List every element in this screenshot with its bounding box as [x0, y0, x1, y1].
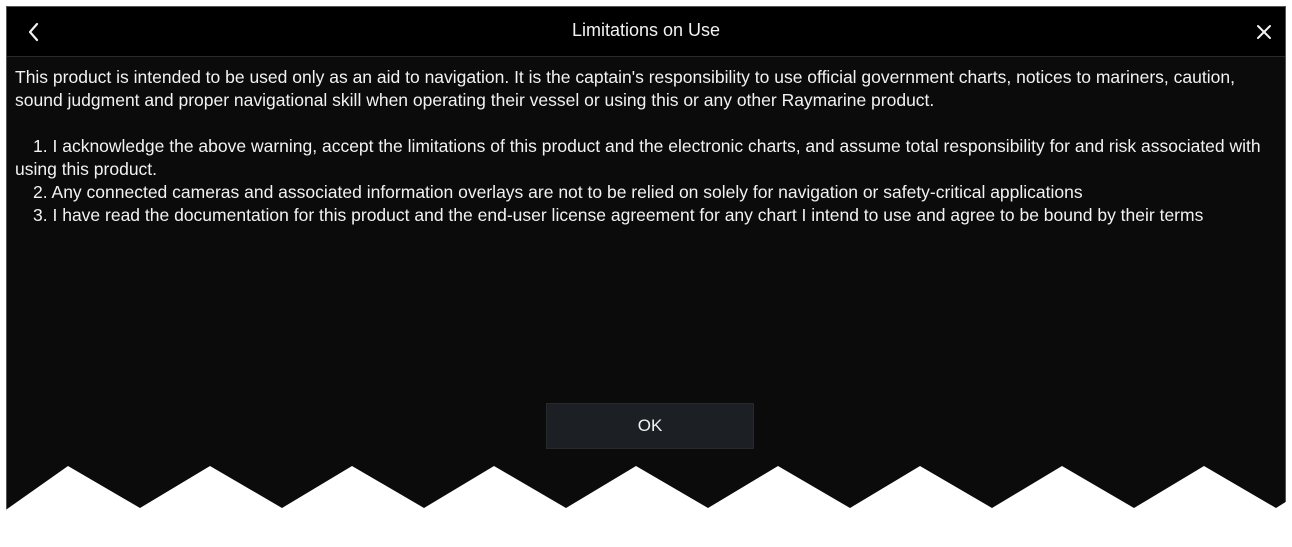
- ok-button[interactable]: OK: [546, 403, 754, 449]
- dialog-title-bar: Limitations on Use: [7, 7, 1285, 57]
- acknowledgement-list: 1. I acknowledge the above warning, acce…: [15, 135, 1277, 227]
- warning-intro: This product is intended to be used only…: [15, 67, 1235, 110]
- list-item-number: 1.: [33, 136, 48, 156]
- mfd-screen: Limitations on Use This product is inten…: [6, 6, 1286, 547]
- list-item-number: 3.: [33, 205, 48, 225]
- list-item-text: I have read the documentation for this p…: [52, 205, 1204, 225]
- list-item-text: I acknowledge the above warning, accept …: [15, 136, 1261, 179]
- list-item: 2. Any connected cameras and associated …: [15, 181, 1277, 204]
- list-item-number: 2.: [33, 182, 48, 202]
- close-button[interactable]: [1247, 15, 1281, 49]
- list-item: 3. I have read the documentation for thi…: [15, 204, 1277, 227]
- close-icon: [1257, 25, 1271, 39]
- dialog-title: Limitations on Use: [571, 20, 721, 40]
- list-item: 1. I acknowledge the above warning, acce…: [15, 135, 1277, 181]
- dialog-body: This product is intended to be used only…: [15, 66, 1277, 227]
- page-frame: Limitations on Use This product is inten…: [0, 0, 1292, 547]
- list-item-text: Any connected cameras and associated inf…: [51, 182, 1083, 202]
